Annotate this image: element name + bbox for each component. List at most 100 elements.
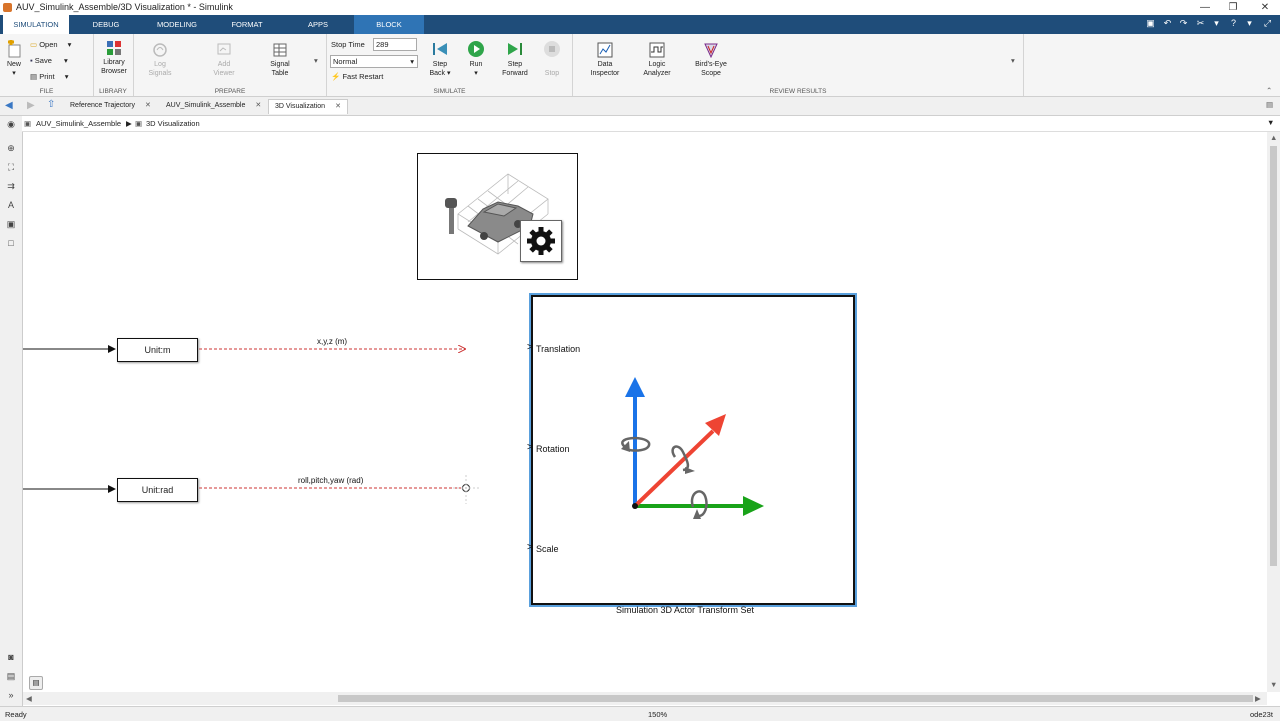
unit-rad-block[interactable]: Unit:rad: [117, 478, 198, 502]
add-viewer-icon: [217, 43, 231, 55]
close-tab-icon: ✕: [335, 103, 341, 110]
unit-m-block[interactable]: Unit:m: [117, 338, 198, 362]
print-button[interactable]: ▤ Print ▾: [30, 72, 68, 81]
prepare-gallery-expand-icon[interactable]: ▾: [314, 56, 318, 65]
close-tab-icon: ✕: [144, 102, 151, 109]
cut-icon[interactable]: ✂: [1195, 18, 1206, 29]
back-icon[interactable]: ◀: [5, 100, 13, 111]
breadcrumb-separator-icon: ▶: [126, 119, 132, 128]
birds-eye-scope-button[interactable]: Bird's-Eye Scope: [689, 42, 733, 78]
hide-browser-icon[interactable]: ◉: [6, 119, 16, 129]
ribbon-tab-strip: SIMULATION DEBUG MODELING FORMAT APPS BL…: [0, 15, 1280, 34]
new-label: New: [6, 61, 21, 68]
arrow-routing-icon[interactable]: ⇉: [6, 181, 16, 191]
fit-to-view-icon[interactable]: ⛶: [6, 162, 16, 172]
simulation-mode-select[interactable]: Normal ▾: [330, 55, 418, 68]
scene-configuration-block[interactable]: [417, 153, 578, 280]
add-viewer-button[interactable]: Add Viewer: [204, 42, 244, 78]
horizontal-scrollbar[interactable]: ◀ ▶: [23, 692, 1267, 705]
solver-name[interactable]: ode23t: [1250, 710, 1273, 719]
gear-icon: [520, 220, 562, 262]
area-icon[interactable]: □: [6, 238, 16, 248]
actor-transform-set-block[interactable]: > Translation > Rotation > Scale: [527, 293, 857, 607]
file-section-label: FILE: [39, 88, 54, 95]
transform-block-name[interactable]: Simulation 3D Actor Transform Set: [616, 605, 754, 615]
horizontal-scroll-thumb[interactable]: [338, 695, 1253, 702]
breadcrumb-root[interactable]: AUV_Simulink_Assemble: [36, 119, 121, 128]
breadcrumb-dropdown-icon[interactable]: ▼: [1267, 118, 1274, 127]
prepare-section-label: PREPARE: [214, 88, 246, 95]
expand-toolbar-icon[interactable]: »: [6, 690, 16, 700]
undo-icon[interactable]: ↶: [1162, 18, 1173, 29]
redo-icon[interactable]: ↷: [1178, 18, 1189, 29]
save-quick-icon[interactable]: ▣: [1145, 18, 1156, 29]
signal-table-button[interactable]: Signal Table: [260, 42, 300, 78]
step-back-button[interactable]: Step Back ▾: [425, 40, 455, 78]
signal-label-rpy[interactable]: roll,pitch,yaw (rad): [298, 476, 363, 485]
quick-access-menu-icon[interactable]: ▾: [1211, 18, 1222, 29]
data-inspector-button[interactable]: Data Inspector: [585, 42, 625, 78]
library-browser-icon: [107, 41, 121, 55]
tab-apps[interactable]: APPS: [286, 15, 350, 34]
model-data-icon[interactable]: ▤: [29, 676, 43, 690]
tab-debug[interactable]: DEBUG: [76, 15, 136, 34]
zoom-icon[interactable]: ⊕: [6, 143, 16, 153]
collapse-ribbon-icon[interactable]: ⌃: [1266, 86, 1272, 95]
status-bar: Ready 150% ode23t: [0, 706, 1280, 721]
zoom-level[interactable]: 150%: [648, 710, 667, 719]
open-button[interactable]: ▭ Open ▾: [30, 40, 71, 49]
fast-restart-icon: ⚡: [331, 72, 341, 81]
fast-restart-button[interactable]: ⚡ Fast Restart: [331, 72, 383, 81]
save-icon: ▪: [30, 56, 33, 65]
tab-block[interactable]: BLOCK: [354, 15, 424, 34]
review-gallery-expand-icon[interactable]: ▾: [1011, 56, 1015, 65]
port-arrow-icon: >: [527, 542, 533, 553]
restore-button[interactable]: ❐: [1218, 0, 1248, 15]
new-button[interactable]: New ▾: [3, 40, 25, 78]
expand-ribbon-icon[interactable]: ⤢: [1262, 18, 1273, 29]
stop-time-input[interactable]: 289: [373, 38, 417, 51]
simulink-app-icon: [3, 3, 12, 12]
vertical-scrollbar[interactable]: ▲ ▼: [1267, 132, 1280, 692]
minimize-button[interactable]: —: [1190, 0, 1220, 15]
image-icon[interactable]: ▣: [6, 219, 16, 229]
save-button[interactable]: ▪ Save ▾: [30, 56, 68, 65]
tabs-menu-icon[interactable]: ▤: [1266, 100, 1273, 109]
forward-icon[interactable]: ▶: [27, 100, 35, 111]
signal-table-label-2: Table: [271, 70, 289, 77]
library-section: Library Browser LIBRARY: [93, 34, 134, 96]
review-results-section-label: REVIEW RESULTS: [769, 88, 827, 95]
run-button[interactable]: Run ▾: [463, 40, 489, 78]
log-signals-button[interactable]: Log Signals: [142, 42, 178, 78]
camera-icon[interactable]: ◙: [6, 652, 16, 662]
logic-analyzer-button[interactable]: Logic Analyzer: [637, 42, 677, 78]
up-level-icon[interactable]: ⇧: [47, 99, 55, 110]
annotation-icon[interactable]: A: [6, 200, 16, 210]
stop-time-label: Stop Time: [331, 40, 365, 49]
logic-analyzer-label-1: Logic: [648, 61, 666, 68]
stop-button[interactable]: Stop: [539, 40, 565, 78]
canvas-left-toolbar: ◉ ⊕ ⛶ ⇉ A ▣ □ ◙ ▤ »: [0, 116, 23, 706]
help-icon[interactable]: ?: [1228, 18, 1239, 29]
signal-label-xyz[interactable]: x,y,z (m): [317, 337, 347, 346]
tab-reference-trajectory[interactable]: Reference Trajectory ✕: [64, 99, 157, 113]
tab-auv-simulink-assemble[interactable]: AUV_Simulink_Assemble ✕: [160, 99, 267, 113]
signal-table-icon: [273, 43, 287, 57]
tab-simulation[interactable]: SIMULATION: [3, 15, 69, 34]
property-inspector-icon[interactable]: ▤: [6, 671, 16, 681]
library-browser-button[interactable]: Library Browser: [95, 40, 133, 76]
help-menu-icon[interactable]: ▾: [1244, 18, 1255, 29]
vertical-scroll-thumb[interactable]: [1270, 146, 1277, 566]
breadcrumb-current[interactable]: 3D Visualization: [146, 119, 200, 128]
port-arrow-icon: >: [527, 342, 533, 353]
open-icon: ▭: [30, 40, 38, 49]
tab-modeling[interactable]: MODELING: [145, 15, 209, 34]
tab-3d-visualization[interactable]: 3D Visualization ✕: [268, 99, 348, 114]
step-forward-button[interactable]: Step Forward: [497, 40, 533, 78]
tab-format[interactable]: FORMAT: [218, 15, 276, 34]
birds-eye-scope-icon: [704, 43, 718, 58]
data-inspector-icon: [597, 42, 613, 58]
step-back-label-2: Back: [429, 70, 446, 77]
close-button[interactable]: ✕: [1250, 0, 1280, 15]
model-canvas[interactable]: Unit:m Unit:rad x,y,z (m) roll,pitch,yaw…: [23, 132, 1267, 692]
